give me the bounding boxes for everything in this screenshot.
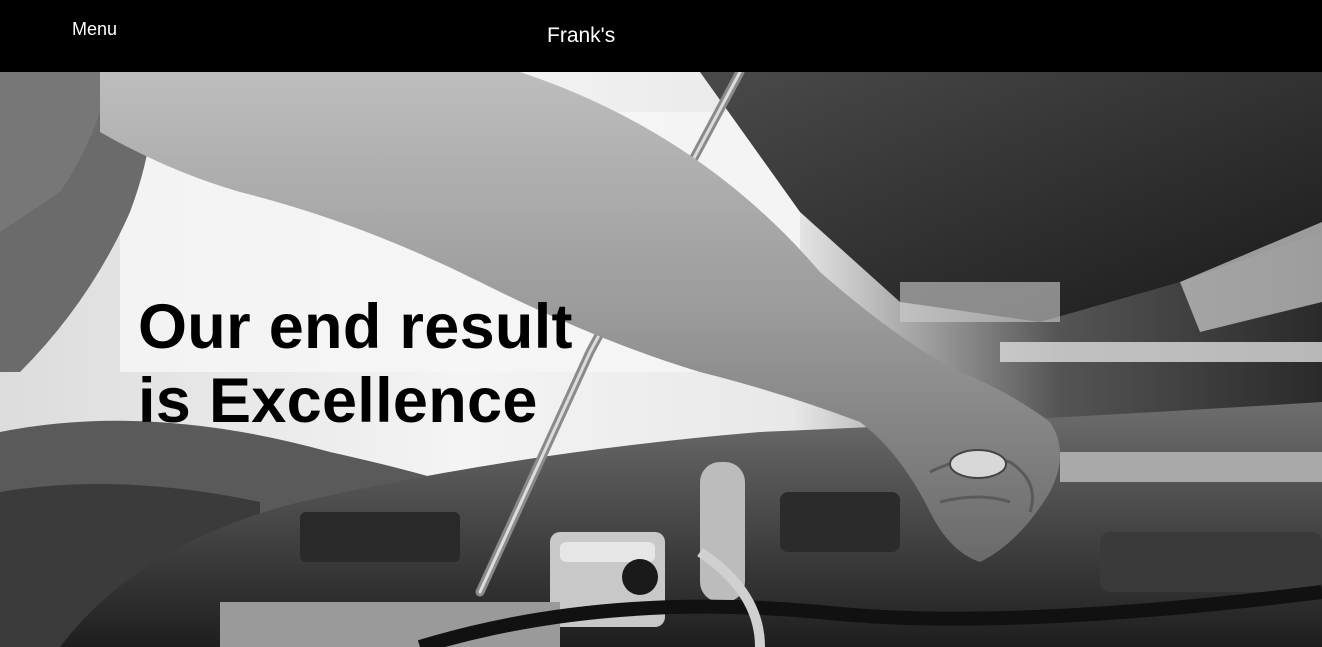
hero-headline-line-2: is Excellence (138, 366, 538, 436)
hero-section: Our end result is Excellence (0, 72, 1322, 647)
top-navigation-bar: Menu Frank's (0, 0, 1322, 72)
menu-button[interactable]: Menu (72, 19, 117, 40)
site-brand: Frank's (547, 24, 616, 47)
hero-headline: Our end result is Excellence (138, 290, 573, 438)
hero-headline-line-1: Our end result (138, 292, 573, 362)
